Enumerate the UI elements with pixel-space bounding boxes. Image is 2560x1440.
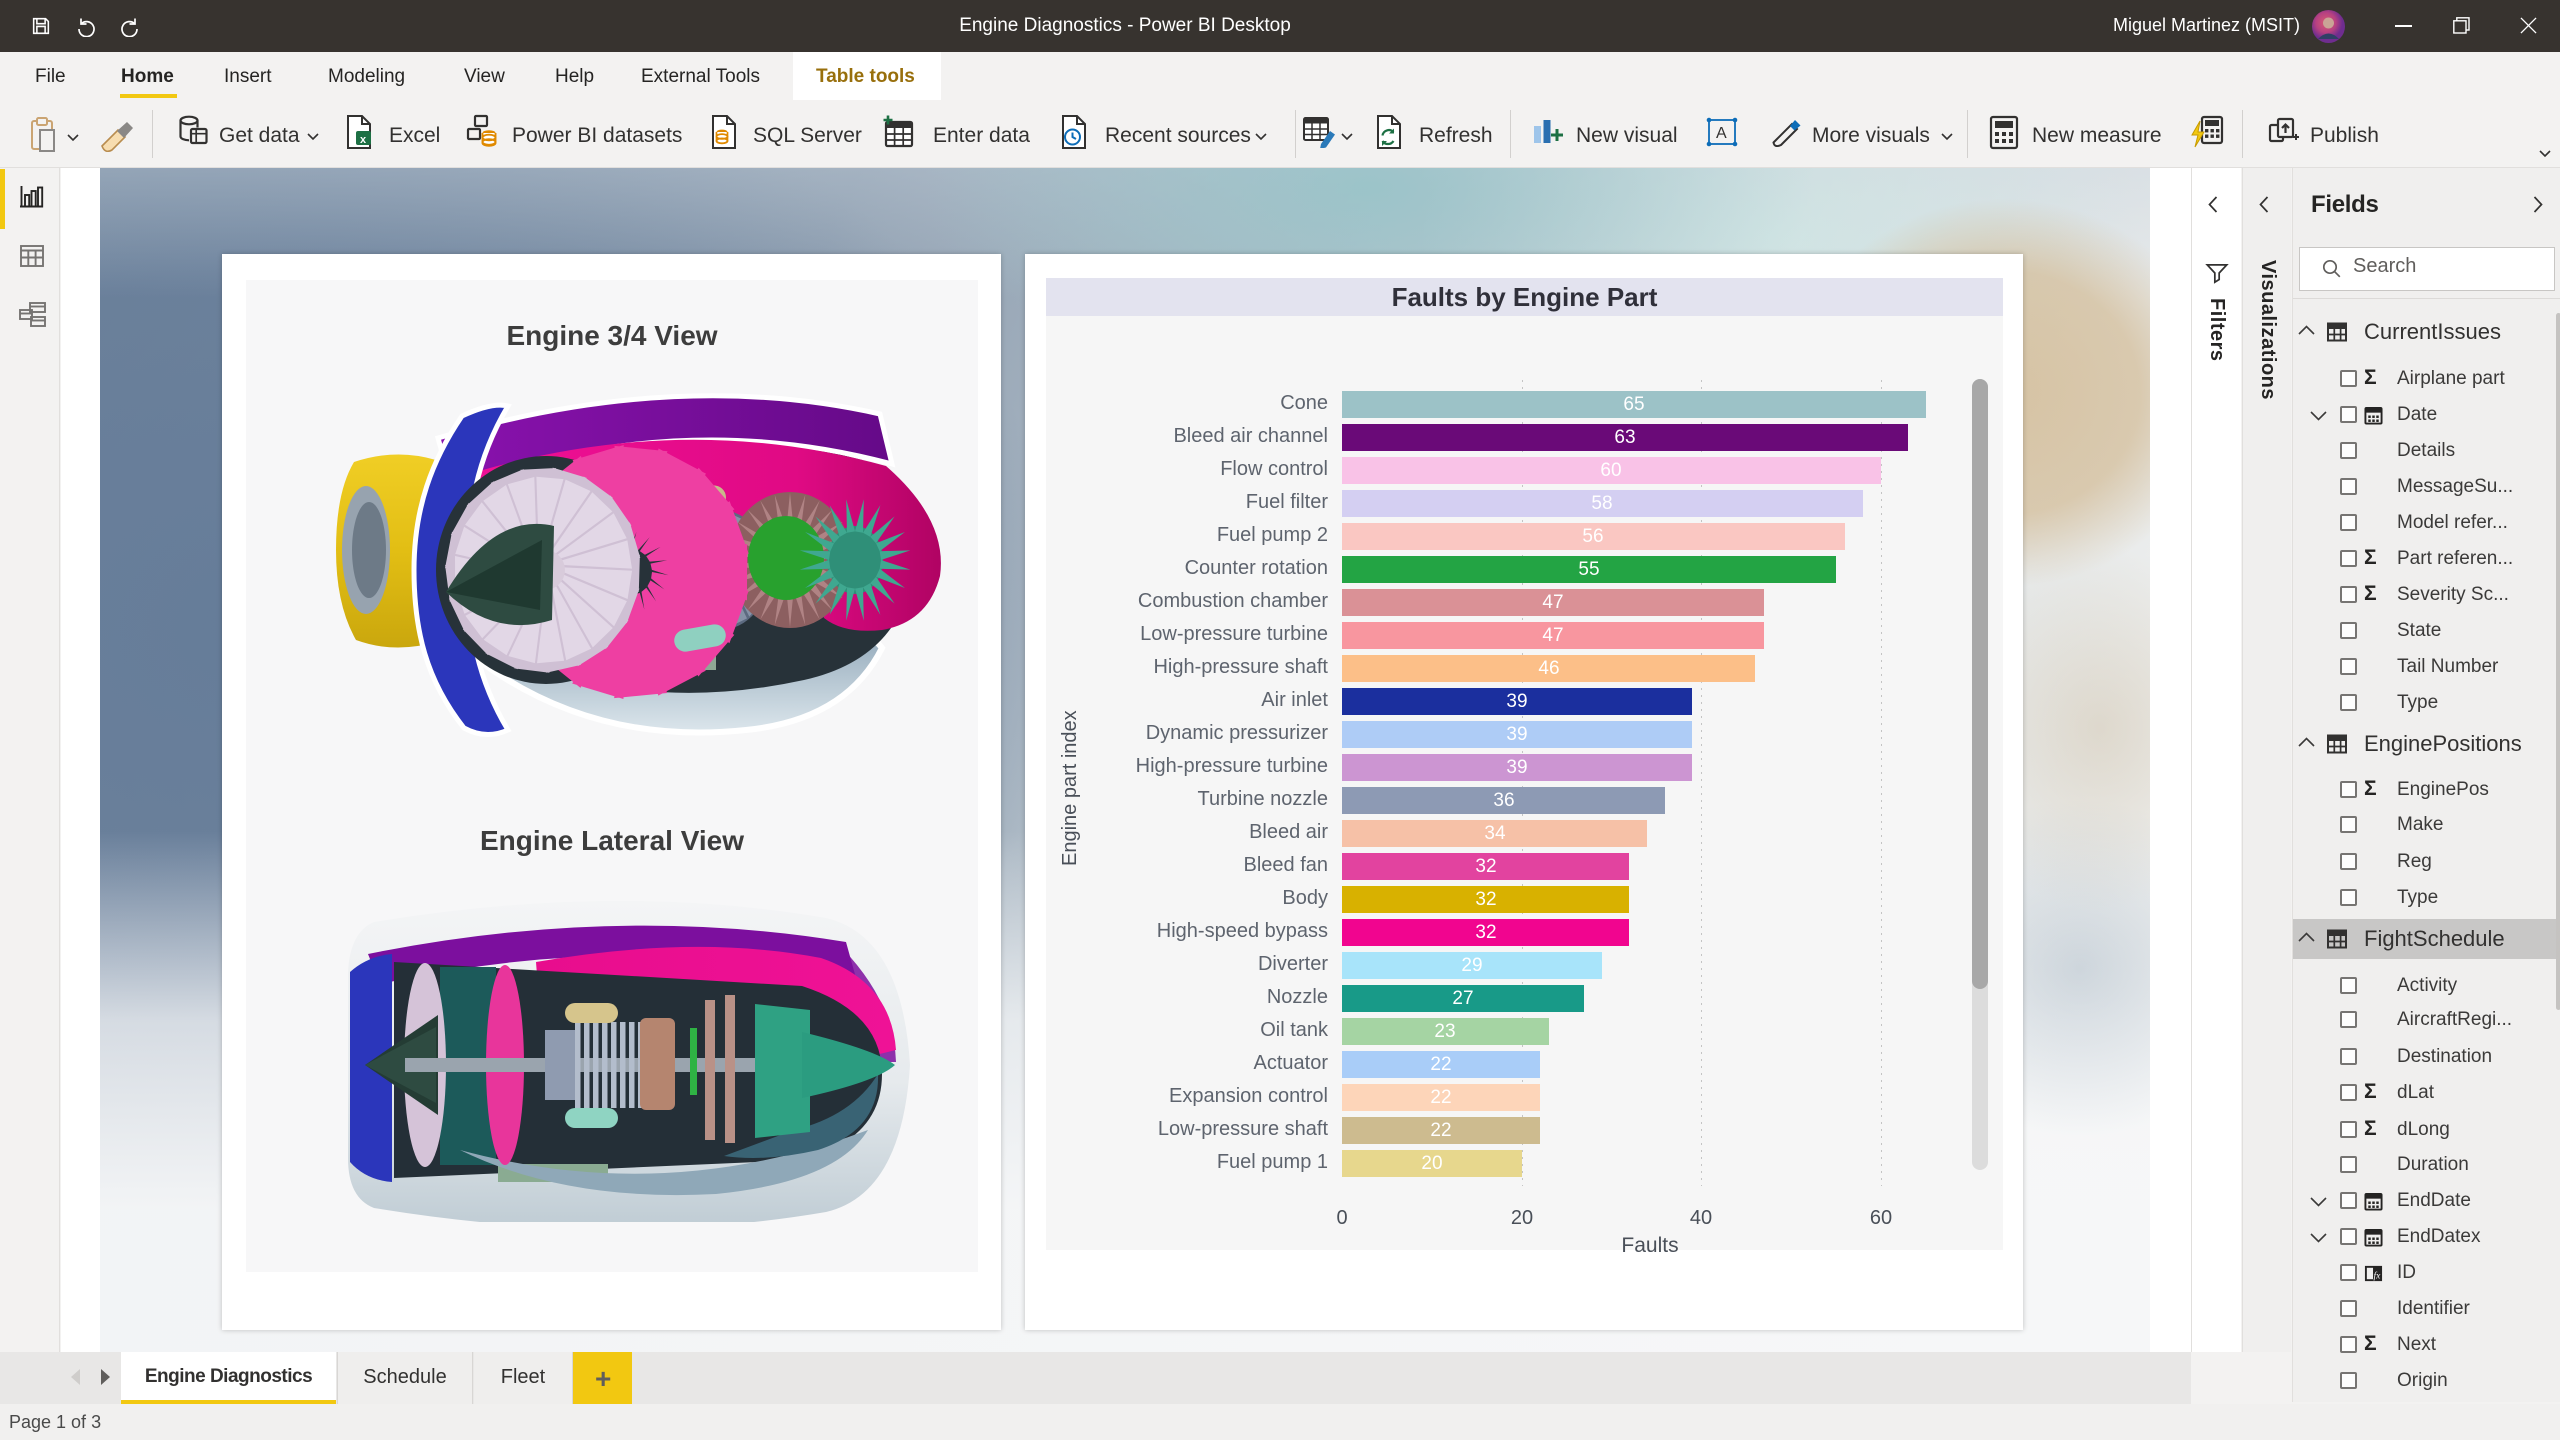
svg-text:x: x [360,134,367,146]
svg-text:A: A [1716,125,1727,142]
svg-text:fx: fx [2374,1270,2382,1281]
